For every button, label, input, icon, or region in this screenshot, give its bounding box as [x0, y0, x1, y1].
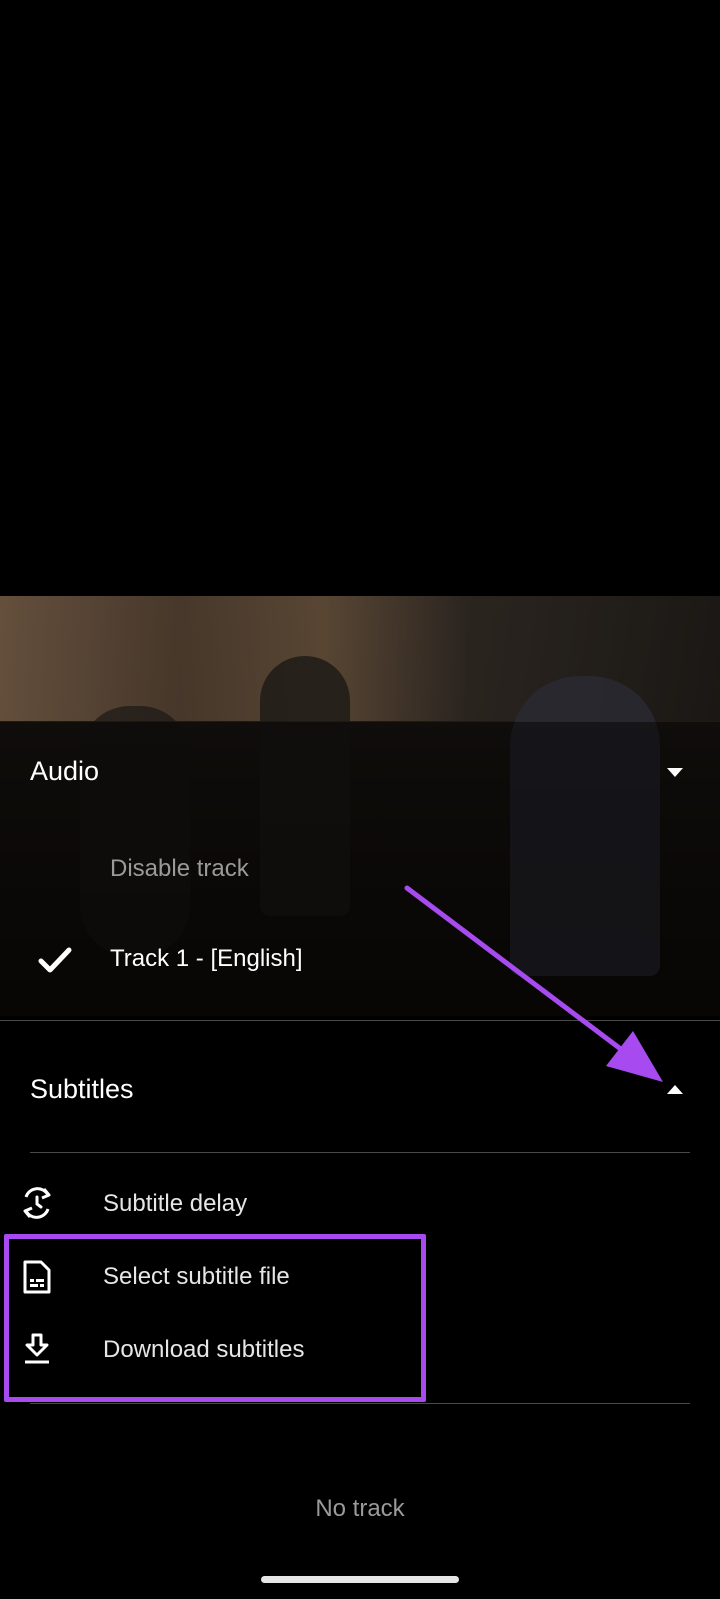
home-indicator[interactable]	[261, 1576, 459, 1583]
annotation-arrow	[404, 885, 663, 1082]
